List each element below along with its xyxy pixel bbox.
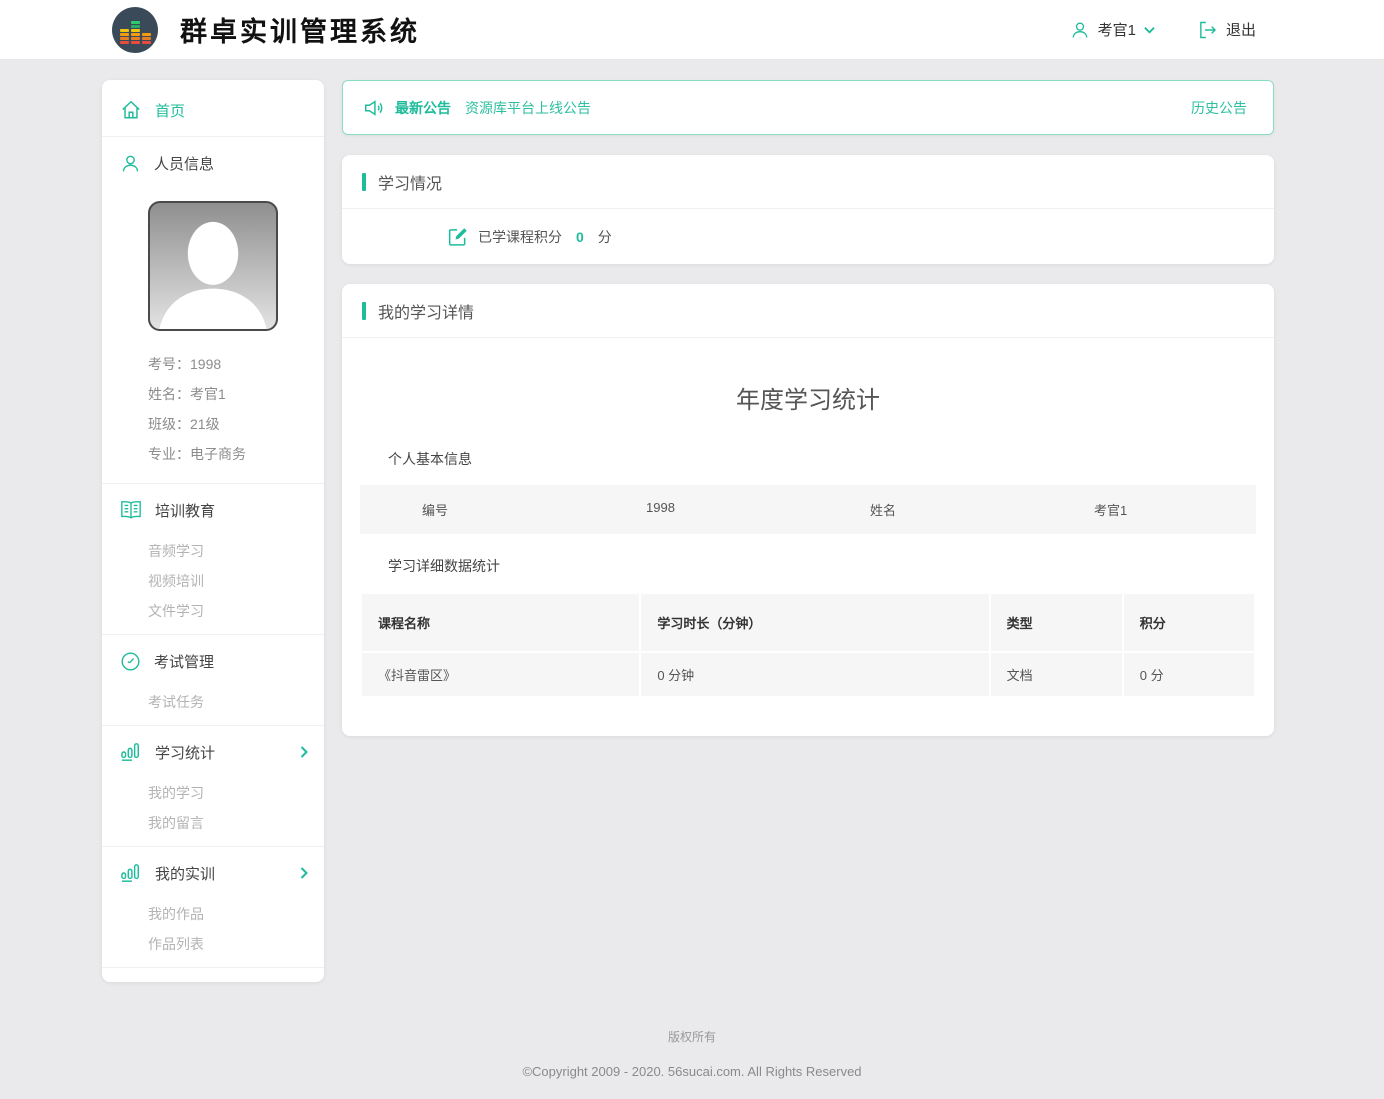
- sidebar-item-video-training[interactable]: 视频培训: [102, 566, 324, 596]
- app-title: 群卓实训管理系统: [180, 10, 420, 49]
- stats-label: 学习详细数据统计: [388, 556, 1254, 576]
- sidebar-item-home[interactable]: 首页: [102, 84, 324, 136]
- user-icon: [1070, 20, 1090, 40]
- clock-icon: [120, 651, 141, 672]
- menu-label: 学习统计: [155, 742, 215, 763]
- sidebar: 首页 人员信息 考号：1998 姓名：考官1 班级：21级 专业：电子商务 培训…: [102, 80, 324, 982]
- col-type: 类型: [991, 594, 1122, 651]
- sidebar-item-profile[interactable]: 人员信息: [102, 137, 324, 189]
- profile-class: 班级：21级: [148, 409, 324, 439]
- study-detail-body: 年度学习统计 个人基本信息 编号 1998 姓名 考官1 学习详细数据统计 课程…: [342, 338, 1274, 736]
- sidebar-item-my-messages[interactable]: 我的留言: [102, 808, 324, 838]
- menu-group-study-stats: 学习统计 我的学习 我的留言: [102, 726, 324, 846]
- menu-group-my-practice: 我的实训 我的作品 作品列表: [102, 847, 324, 967]
- page-footer: 版权所有 ©Copyright 2009 - 2020. 56sucai.com…: [0, 982, 1384, 1099]
- logout-icon: [1197, 20, 1218, 40]
- table-header-row: 课程名称 学习时长（分钟） 类型 积分: [362, 594, 1254, 651]
- table-row: 《抖音雷区》 0 分钟 文档 0 分: [362, 653, 1254, 696]
- avatar: [148, 201, 278, 331]
- user-name: 考官1: [1098, 19, 1136, 40]
- cell-points: 0 分: [1124, 653, 1254, 696]
- sidebar-item-my-practice[interactable]: 我的实训: [102, 847, 324, 899]
- history-announcements-link[interactable]: 历史公告: [1191, 98, 1247, 118]
- copyright-en: ©Copyright 2009 - 2020. 56sucai.com. All…: [0, 1064, 1384, 1079]
- score-value: 0: [576, 229, 584, 245]
- bar-chart-icon: [120, 742, 142, 762]
- study-status-header: 学习情况: [342, 155, 1274, 209]
- menu-label: 培训教育: [155, 500, 215, 521]
- sidebar-item-my-study[interactable]: 我的学习: [102, 778, 324, 808]
- score-unit: 分: [598, 227, 612, 247]
- menu-group-training: 培训教育 音频学习 视频培训 文件学习: [102, 484, 324, 634]
- study-detail-title: 我的学习详情: [378, 299, 474, 323]
- bar-chart-icon: [120, 863, 142, 883]
- logout-label: 退出: [1226, 19, 1256, 40]
- profile-exam-no: 考号：1998: [148, 349, 324, 379]
- study-status-body: 已学课程积分 0 分: [342, 209, 1274, 264]
- basic-info-row: 编号 1998 姓名 考官1: [360, 485, 1256, 534]
- user-menu[interactable]: 考官1: [1070, 19, 1155, 40]
- sidebar-item-training[interactable]: 培训教育: [102, 484, 324, 536]
- profile-label: 人员信息: [154, 153, 214, 174]
- menu-label: 我的实训: [155, 863, 215, 884]
- study-detail-card: 我的学习详情 年度学习统计 个人基本信息 编号 1998 姓名 考官1 学习详细…: [342, 284, 1274, 736]
- profile-major: 专业：电子商务: [148, 439, 324, 469]
- basic-name-label: 姓名: [808, 485, 1032, 534]
- study-detail-header: 我的学习详情: [342, 284, 1274, 338]
- announcement-bar: 最新公告 资源库平台上线公告 历史公告: [342, 80, 1274, 135]
- copyright-cn: 版权所有: [0, 1028, 1384, 1045]
- chevron-down-icon: [1144, 26, 1155, 34]
- study-stats-table: 课程名称 学习时长（分钟） 类型 积分 《抖音雷区》 0 分钟 文档 0 分: [360, 592, 1256, 698]
- sidebar-item-file-study[interactable]: 文件学习: [102, 596, 324, 626]
- basic-info-label: 个人基本信息: [388, 449, 1254, 469]
- sidebar-item-works-list[interactable]: 作品列表: [102, 929, 324, 959]
- cell-study-minutes: 0 分钟: [641, 653, 988, 696]
- col-study-minutes: 学习时长（分钟）: [641, 594, 988, 651]
- profile-name: 姓名：考官1: [148, 379, 324, 409]
- menu-group-exam: 考试管理 考试任务: [102, 635, 324, 725]
- speaker-icon: [363, 97, 385, 119]
- book-icon: [120, 500, 142, 520]
- basic-name-value: 考官1: [1032, 485, 1256, 534]
- topbar-right: 考官1 退出: [1070, 19, 1256, 40]
- main-content: 最新公告 资源库平台上线公告 历史公告 学习情况 已学课程积分 0 分 我的学习…: [342, 80, 1274, 756]
- top-bar: 群卓实训管理系统 考官1 退出: [0, 0, 1384, 60]
- divider: [102, 967, 324, 968]
- chevron-right-icon: [300, 867, 308, 879]
- accent-bar: [362, 302, 366, 320]
- score-label: 已学课程积分: [478, 227, 562, 247]
- basic-id-label: 编号: [360, 485, 584, 534]
- sidebar-item-my-works[interactable]: 我的作品: [102, 899, 324, 929]
- home-icon: [120, 99, 142, 121]
- menu-label: 考试管理: [154, 651, 214, 672]
- sidebar-item-study-stats[interactable]: 学习统计: [102, 726, 324, 778]
- sidebar-item-audio-study[interactable]: 音频学习: [102, 536, 324, 566]
- edit-icon: [448, 227, 468, 247]
- study-status-card: 学习情况 已学课程积分 0 分: [342, 155, 1274, 264]
- report-title: 年度学习统计: [360, 380, 1256, 415]
- avatar-silhouette: [150, 203, 276, 329]
- study-status-title: 学习情况: [378, 170, 442, 194]
- cell-course-name: 《抖音雷区》: [362, 653, 639, 696]
- app-logo-equalizer-icon: [112, 7, 158, 53]
- sidebar-item-exam-tasks[interactable]: 考试任务: [102, 687, 324, 717]
- home-label: 首页: [155, 100, 185, 121]
- basic-id-value: 1998: [584, 485, 808, 534]
- col-course-name: 课程名称: [362, 594, 639, 651]
- profile-fields: 考号：1998 姓名：考官1 班级：21级 专业：电子商务: [102, 345, 324, 483]
- person-icon: [120, 153, 141, 174]
- cell-type: 文档: [991, 653, 1122, 696]
- accent-bar: [362, 173, 366, 191]
- brand: 群卓实训管理系统: [112, 7, 420, 53]
- chevron-right-icon: [300, 746, 308, 758]
- sidebar-item-exam[interactable]: 考试管理: [102, 635, 324, 687]
- logout-button[interactable]: 退出: [1197, 19, 1256, 40]
- latest-announcement-label: 最新公告: [395, 98, 451, 118]
- announcement-link[interactable]: 资源库平台上线公告: [465, 98, 591, 118]
- col-points: 积分: [1124, 594, 1254, 651]
